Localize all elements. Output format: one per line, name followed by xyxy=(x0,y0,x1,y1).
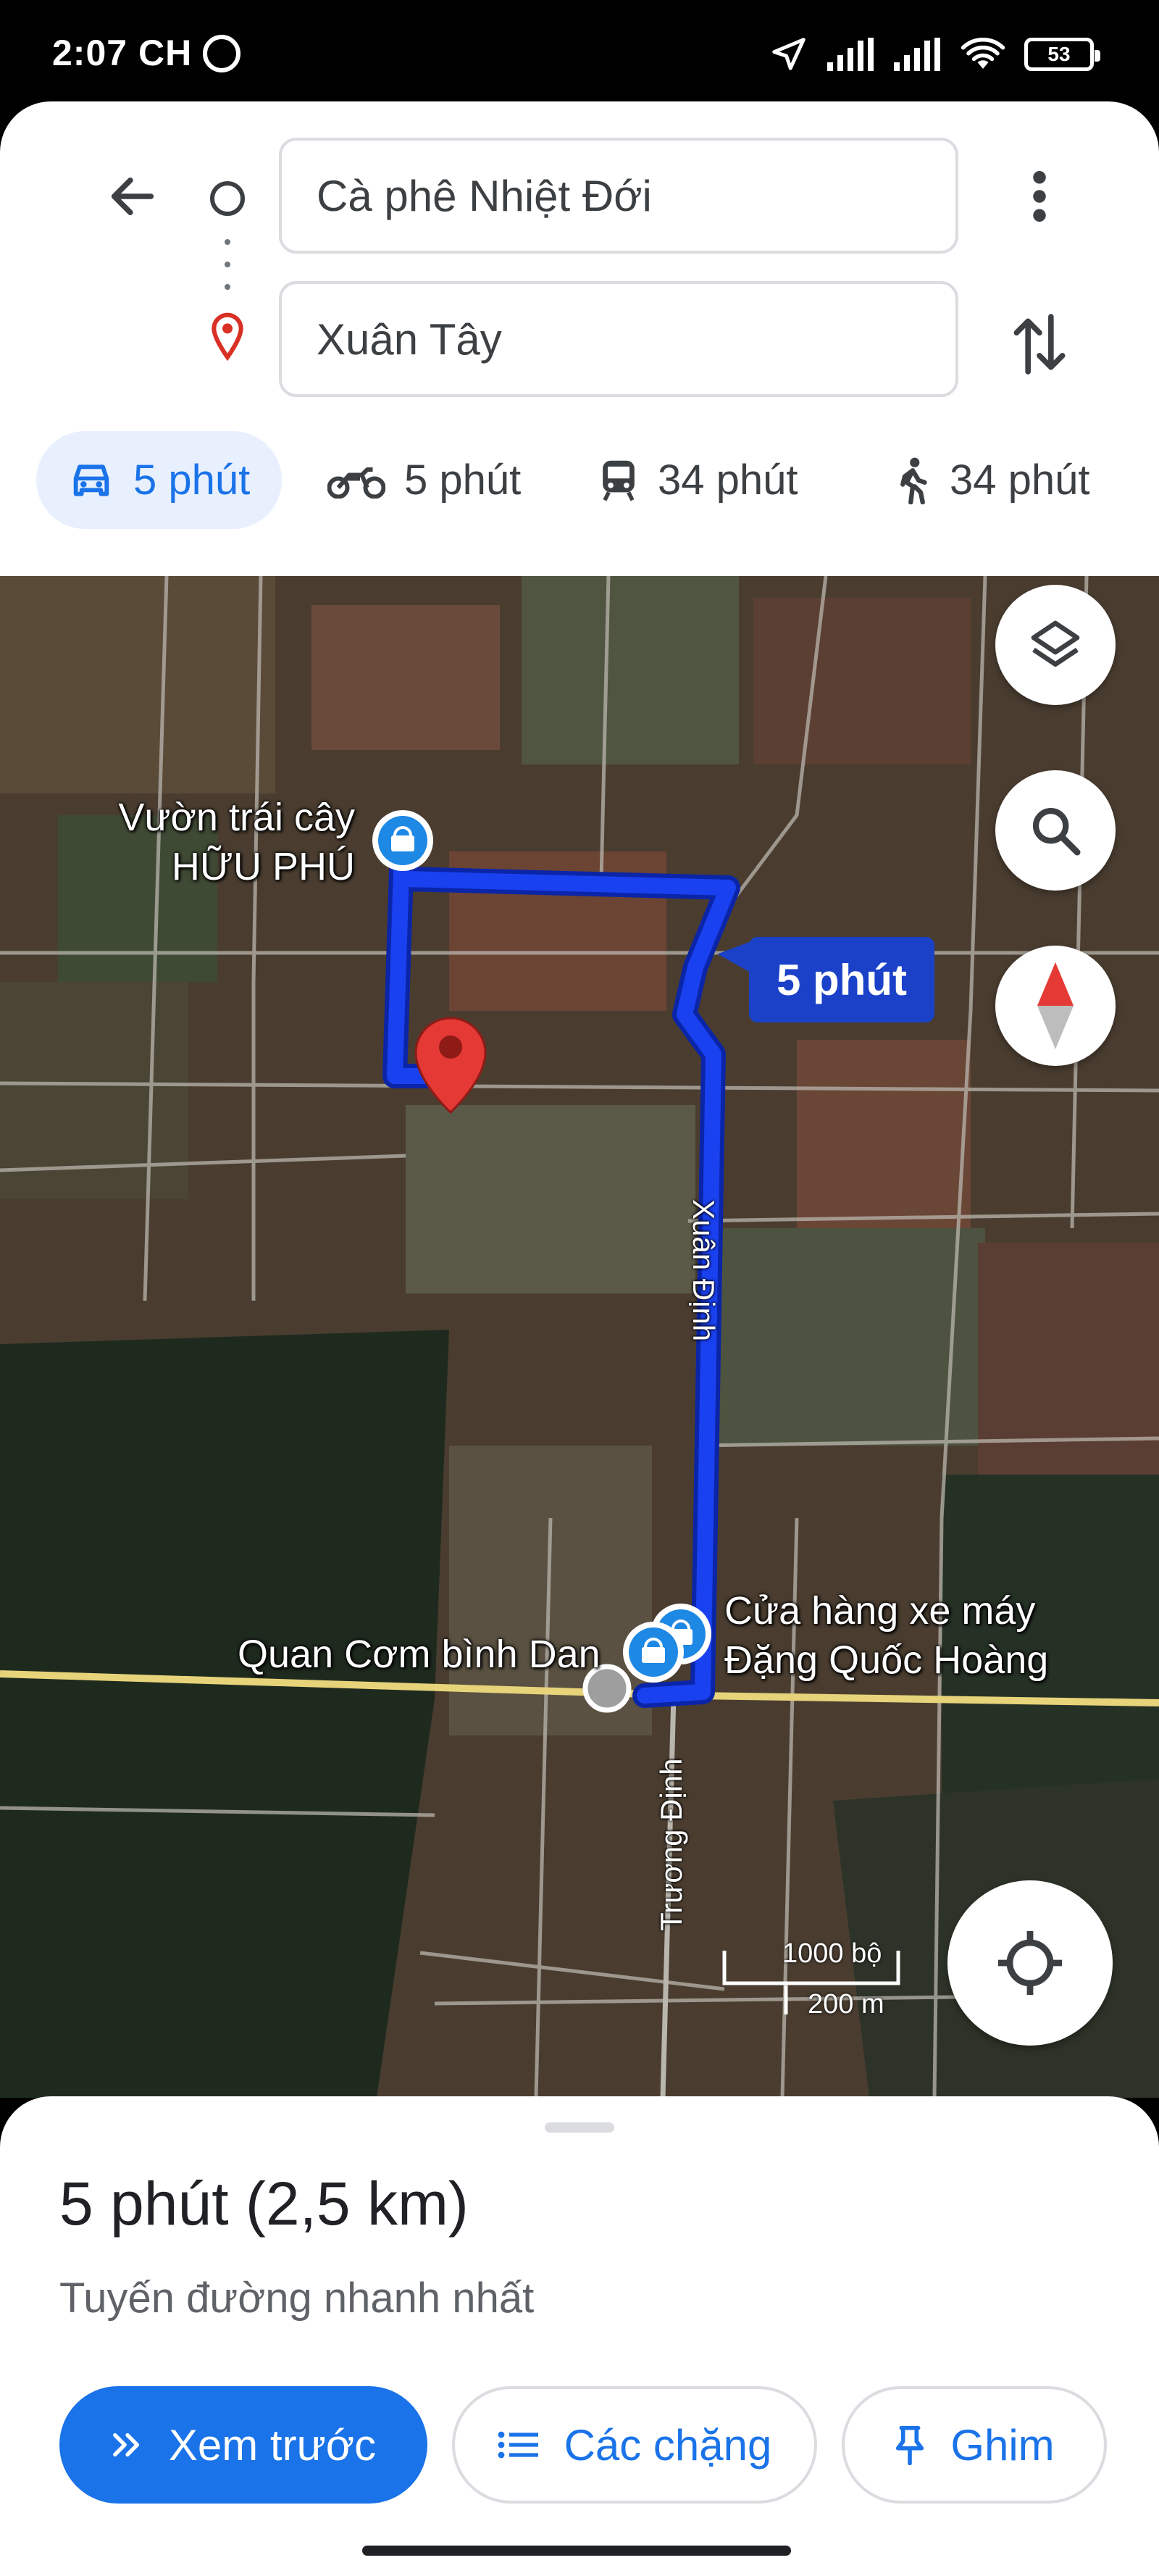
back-button[interactable] xyxy=(100,164,165,229)
battery-icon: 53 xyxy=(1024,38,1100,71)
swap-vert-icon xyxy=(1013,314,1066,375)
compass-icon xyxy=(1037,962,1074,1049)
directions-panel: Cà phê Nhiệt Đới Xuân Tây 5 phút 5 phút … xyxy=(0,101,1159,580)
location-arrow-icon xyxy=(772,38,806,70)
place-label-fruit-garden[interactable]: Vườn trái cây HỮU PHÚ xyxy=(109,793,355,891)
back-arrow-icon xyxy=(111,178,154,215)
motorbike-icon xyxy=(327,467,385,499)
preview-button[interactable]: Xem trước xyxy=(59,2386,427,2504)
status-time: 2:07 CH xyxy=(52,33,193,73)
place-label-restaurant[interactable]: Quan Cơm bình Dan xyxy=(238,1630,601,1680)
alarm-icon xyxy=(203,35,240,72)
pin-button-label: Ghim xyxy=(950,2420,1055,2469)
street-label-xuan-dinh: Xuân Định xyxy=(687,1199,721,1342)
pin-icon xyxy=(896,2425,924,2465)
signal-icon-2 xyxy=(894,38,940,71)
mode-car[interactable]: 5 phút xyxy=(36,431,283,529)
route-summary-sheet: 5 phút (2,5 km) Tuyến đường nhanh nhất X… xyxy=(0,2096,1159,2576)
swap-button[interactable] xyxy=(996,304,1083,384)
compass-button[interactable] xyxy=(995,946,1116,1066)
pin-button[interactable]: Ghim xyxy=(842,2386,1107,2504)
mode-transit-time: 34 phút xyxy=(658,457,798,504)
more-options-button[interactable] xyxy=(1007,164,1072,229)
sheet-drag-handle[interactable] xyxy=(545,2122,614,2133)
walk-icon xyxy=(900,457,927,504)
street-label-truong-dinh: Trương Định xyxy=(654,1758,688,1931)
layers-icon xyxy=(1031,620,1080,667)
car-icon xyxy=(73,464,109,496)
scale-metric: 200 m xyxy=(808,1989,884,2019)
more-vert-icon xyxy=(1033,171,1046,222)
wifi-icon xyxy=(961,38,1005,69)
destination-pin-icon xyxy=(212,312,243,362)
home-indicator[interactable] xyxy=(362,2546,791,2556)
mode-motorbike-time: 5 phút xyxy=(404,457,522,504)
my-location-icon xyxy=(998,1931,1062,1995)
mode-walk[interactable]: 34 phút xyxy=(895,431,1090,529)
fruit-garden-marker-icon xyxy=(372,810,433,871)
status-bar: 2:07 CH 53 xyxy=(0,0,1159,101)
double-chevron-icon xyxy=(112,2433,139,2457)
mode-motorbike[interactable]: 5 phút xyxy=(327,431,521,529)
preview-button-label: Xem trước xyxy=(168,2420,377,2469)
restaurant-marker-icon xyxy=(623,1622,684,1683)
transit-icon xyxy=(603,460,635,501)
steps-button-label: Các chặng xyxy=(564,2420,772,2469)
destination-field[interactable]: Xuân Tây xyxy=(279,281,958,397)
origin-circle-icon xyxy=(210,181,245,216)
mode-car-time: 5 phút xyxy=(133,457,251,504)
travel-modes: 5 phút 5 phút 34 phút 34 phút xyxy=(0,431,1159,529)
mode-transit[interactable]: 34 phút xyxy=(598,431,798,529)
origin-field[interactable]: Cà phê Nhiệt Đới xyxy=(279,138,958,254)
list-icon xyxy=(498,2431,538,2459)
my-location-button[interactable] xyxy=(947,1880,1113,2046)
status-icons: 53 xyxy=(769,35,1100,74)
place-label-motorbike-shop[interactable]: Cửa hàng xe máy Đặng Quốc Hoàng xyxy=(724,1587,1087,1685)
signal-icon xyxy=(827,38,874,71)
layers-button[interactable] xyxy=(995,585,1116,705)
search-along-route-button[interactable] xyxy=(995,770,1116,891)
search-icon xyxy=(1032,807,1081,856)
route-subtitle: Tuyến đường nhanh nhất xyxy=(59,2275,535,2322)
mode-walk-time: 34 phút xyxy=(950,457,1090,504)
scale-imperial: 1000 bộ xyxy=(782,1938,882,1969)
route-time-badge[interactable]: 5 phút xyxy=(749,937,934,1022)
steps-button[interactable]: Các chặng xyxy=(452,2386,817,2504)
scale-bar: 1000 bộ 200 m xyxy=(721,1938,902,2033)
route-dots-icon xyxy=(224,239,231,290)
map-view[interactable]: Vườn trái cây HỮU PHÚ Cửa hàng xe máy Đặ… xyxy=(0,576,1159,2098)
route-summary: 5 phút (2,5 km) xyxy=(59,2169,469,2238)
